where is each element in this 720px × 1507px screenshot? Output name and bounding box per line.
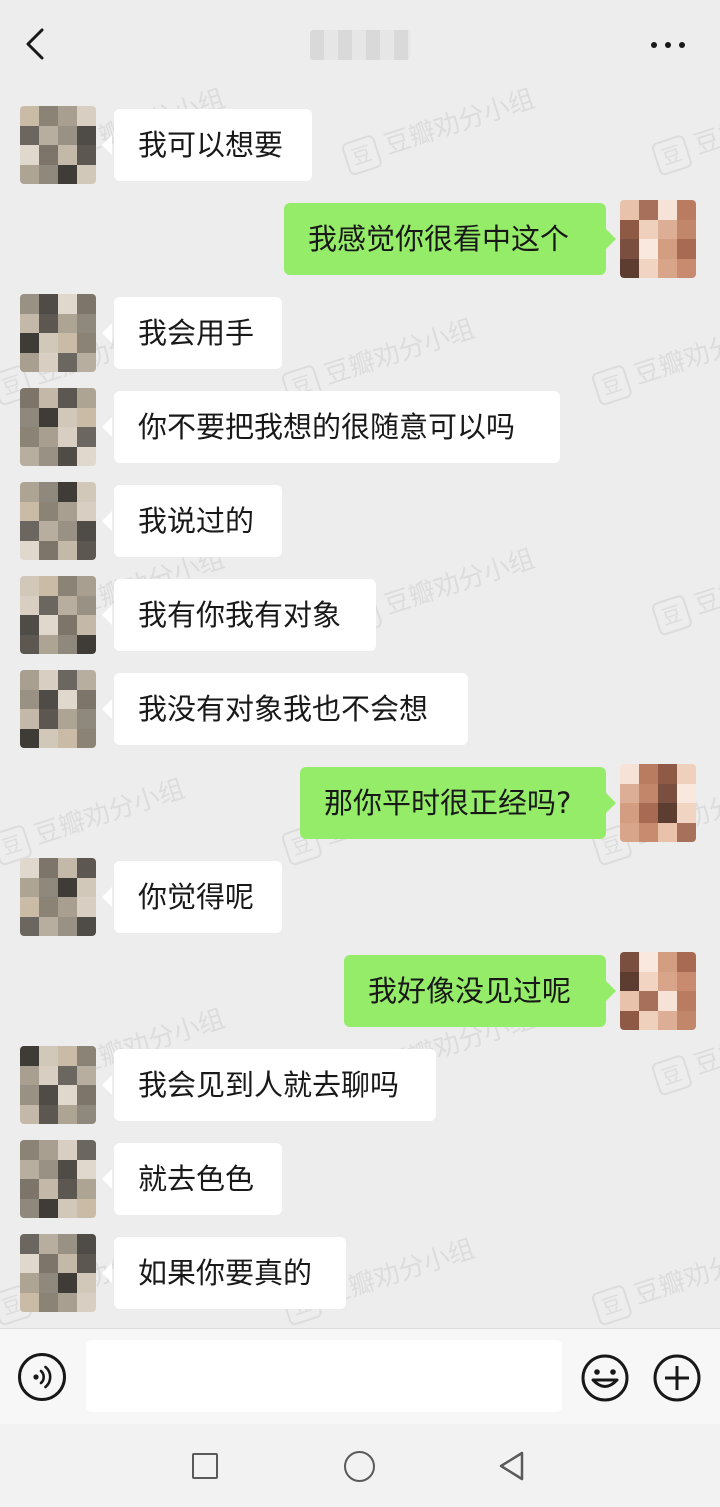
avatar[interactable] [20, 482, 96, 560]
incoming-message: 你不要把我想的很随意可以吗 [0, 388, 720, 468]
avatar[interactable] [20, 1234, 96, 1312]
message-bubble[interactable]: 我说过的 [102, 485, 282, 557]
avatar[interactable] [20, 294, 96, 372]
plus-icon[interactable] [652, 1353, 702, 1403]
outgoing-message: 我好像没见过呢 [0, 952, 720, 1032]
avatar[interactable] [620, 200, 696, 278]
message-bubble[interactable]: 我有你我有对象 [102, 579, 376, 651]
emoji-icon[interactable] [580, 1353, 630, 1403]
message-list[interactable]: 我可以想要我感觉你很看中这个 我会用手你不要把我想的很随意可以吗 我说过的我有你我有… [0, 88, 720, 1328]
incoming-message: 我会见到人就去聊吗 [0, 1046, 720, 1126]
circle-icon[interactable] [344, 1451, 375, 1482]
avatar[interactable] [20, 388, 96, 466]
chat-title: 小乔 [310, 30, 410, 60]
chat-header: 小乔 [0, 0, 720, 88]
more-dots-icon[interactable] [648, 30, 688, 60]
avatar[interactable] [20, 576, 96, 654]
avatar[interactable] [20, 106, 96, 184]
message-bubble[interactable]: 我会用手 [102, 297, 282, 369]
message-bubble[interactable]: 你觉得呢 [102, 861, 282, 933]
incoming-message: 我没有对象我也不会想 [0, 670, 720, 750]
system-nav-bar [0, 1424, 720, 1507]
message-bubble[interactable]: 我没有对象我也不会想 [102, 673, 468, 745]
incoming-message: 你觉得呢 [0, 858, 720, 938]
outgoing-message: 我感觉你很看中这个 [0, 200, 720, 280]
avatar[interactable] [20, 670, 96, 748]
message-bubble[interactable]: 如果你要真的 [102, 1237, 346, 1309]
message-bubble[interactable]: 我可以想要 [102, 109, 312, 181]
avatar[interactable] [20, 1140, 96, 1218]
incoming-message: 我会用手 [0, 294, 720, 374]
avatar[interactable] [20, 858, 96, 936]
avatar[interactable] [620, 764, 696, 842]
message-bubble[interactable]: 我好像没见过呢 [344, 955, 616, 1027]
avatar[interactable] [20, 1046, 96, 1124]
triangle-back-icon[interactable] [496, 1450, 526, 1482]
incoming-message: 我说过的 [0, 482, 720, 562]
voice-icon[interactable] [18, 1353, 66, 1401]
chevron-left-icon[interactable] [18, 24, 54, 64]
message-bubble[interactable]: 就去色色 [102, 1143, 282, 1215]
message-bubble[interactable]: 我会见到人就去聊吗 [102, 1049, 436, 1121]
incoming-message: 我有你我有对象 [0, 576, 720, 656]
message-bubble[interactable]: 那你平时很正经吗? [300, 767, 616, 839]
outgoing-message: 那你平时很正经吗? [0, 764, 720, 844]
message-input[interactable] [86, 1340, 562, 1412]
incoming-message: 就去色色 [0, 1140, 720, 1220]
message-bubble[interactable]: 你不要把我想的很随意可以吗 [102, 391, 560, 463]
square-icon[interactable] [192, 1453, 218, 1479]
input-bar [0, 1328, 720, 1425]
message-bubble[interactable]: 我感觉你很看中这个 [284, 203, 616, 275]
avatar[interactable] [620, 952, 696, 1030]
incoming-message: 如果你要真的 [0, 1234, 720, 1314]
incoming-message: 我可以想要 [0, 106, 720, 186]
